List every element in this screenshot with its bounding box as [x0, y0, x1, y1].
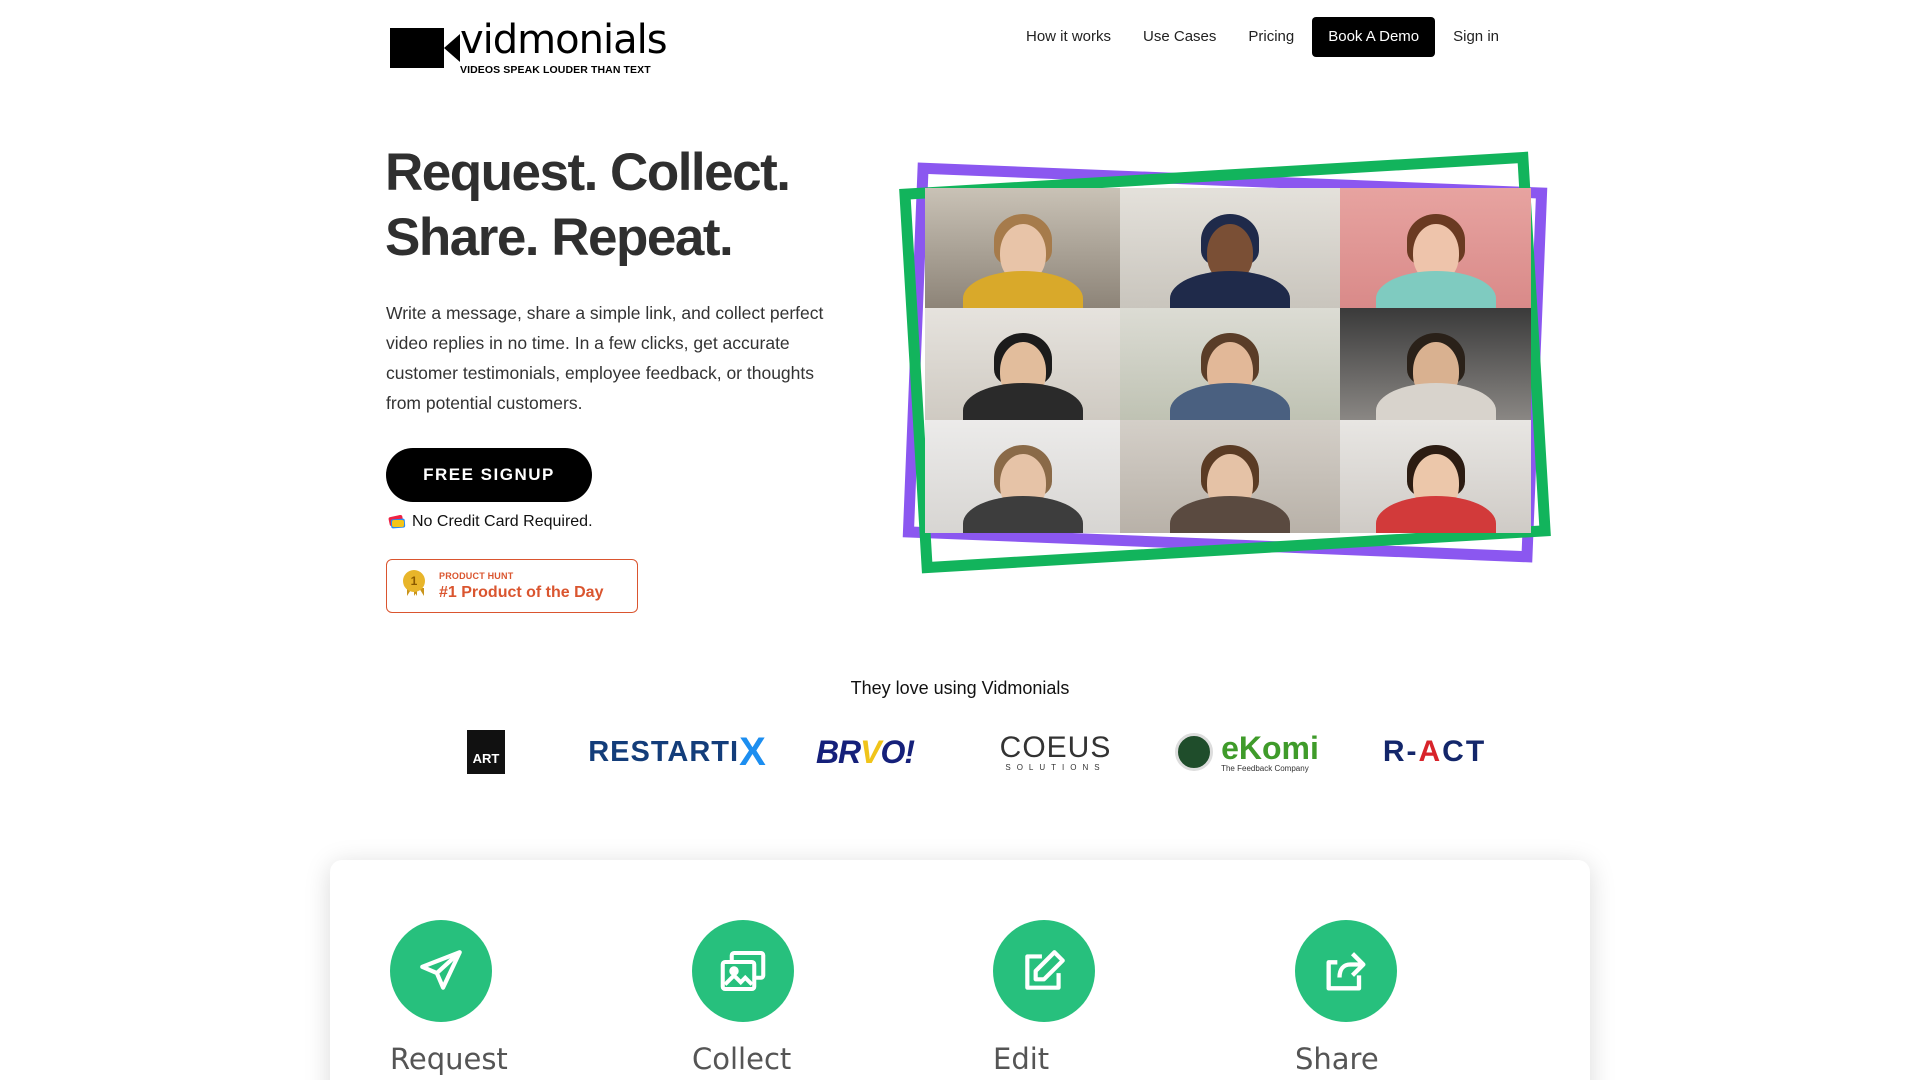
- hero-title-line-2: Share. Repeat.: [385, 208, 734, 267]
- video-camera-icon: [388, 26, 460, 72]
- feature-label: Edit: [993, 1042, 1050, 1076]
- customers-heading: They love using Vidmonials: [850, 678, 1070, 698]
- video-tile: [925, 420, 1120, 533]
- nav-how-it-works[interactable]: How it works: [1010, 17, 1127, 57]
- video-collage: [890, 145, 1570, 580]
- features-card: Request Collect Edit Share: [330, 860, 1590, 1080]
- video-tile: [1120, 308, 1340, 420]
- product-hunt-badge[interactable]: 1 PRODUCT HUNT #1 Product of the Day: [386, 559, 638, 613]
- logo-react: R- A CT: [1382, 735, 1487, 768]
- video-grid: [925, 188, 1531, 533]
- video-tile: [1340, 188, 1531, 308]
- share-icon: [1295, 920, 1397, 1022]
- logo-name: vidmonials: [460, 17, 668, 63]
- hero-title-line-1: Request. Collect.: [385, 143, 791, 202]
- brand-logo[interactable]: vidmonials VIDEOS SPEAK LOUDER THAN TEXT: [388, 20, 668, 76]
- logo-restartix: RESTARTI X: [588, 729, 767, 774]
- sign-in-link[interactable]: Sign in: [1437, 17, 1515, 57]
- logo-coeus: COEUS SOLUTIONS: [999, 730, 1112, 772]
- logo-art-technologies: ART: [465, 724, 507, 780]
- credit-card-icon: [388, 514, 406, 529]
- feature-label: Request: [390, 1042, 508, 1076]
- edit-icon: [993, 920, 1095, 1022]
- video-tile: [1120, 188, 1340, 308]
- feature-share: Share: [1295, 920, 1495, 1076]
- feature-label: Collect: [692, 1042, 792, 1076]
- logo-tagline: VIDEOS SPEAK LOUDER THAN TEXT: [460, 64, 651, 76]
- video-tile: [1120, 420, 1340, 533]
- hero-description: Write a message, share a simple link, an…: [386, 303, 824, 413]
- logo-ekomi: eKomi The Feedback Company: [1172, 724, 1322, 780]
- customer-logos: ART RESTARTI X BR V O! COEUS SOLUTIONS eKomi…: [0, 724, 1920, 780]
- images-icon: [692, 920, 794, 1022]
- feature-collect: Collect: [692, 920, 892, 1076]
- book-demo-button[interactable]: Book A Demo: [1312, 17, 1436, 57]
- free-signup-button[interactable]: FREE SIGNUP: [386, 448, 592, 502]
- no-credit-card-text: No Credit Card Required.: [412, 513, 593, 530]
- hero-title: Request. Collect. Share. Repeat.: [385, 140, 791, 270]
- paper-plane-icon: [390, 920, 492, 1022]
- main-nav: How it works Use Cases Pricing Book A De…: [1010, 17, 1515, 57]
- feature-request: Request: [390, 920, 590, 1076]
- badge-source: PRODUCT HUNT: [439, 570, 514, 581]
- badge-title: #1 Product of the Day: [439, 583, 604, 601]
- video-tile: [925, 188, 1120, 308]
- video-tile: [1340, 308, 1531, 420]
- video-tile: [1340, 420, 1531, 533]
- feature-edit: Edit: [993, 920, 1193, 1076]
- feature-label: Share: [1295, 1042, 1379, 1076]
- logo-bravo: BR V O!: [815, 733, 915, 770]
- nav-pricing[interactable]: Pricing: [1232, 17, 1310, 57]
- medal-icon: 1: [401, 570, 427, 602]
- nav-use-cases[interactable]: Use Cases: [1127, 17, 1232, 57]
- no-credit-card-note: No Credit Card Required.: [388, 513, 593, 531]
- video-tile: [925, 308, 1120, 420]
